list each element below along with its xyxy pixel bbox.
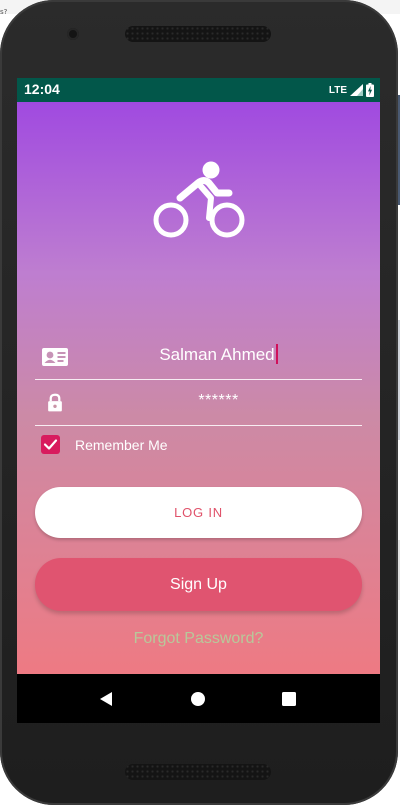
username-value: Salman Ahmed	[159, 345, 275, 364]
front-camera	[67, 28, 79, 40]
phone-screen: 12:04 LTE Salman Ahmed ****** Remember M…	[17, 78, 380, 723]
home-icon	[191, 691, 205, 706]
back-button[interactable]	[86, 674, 126, 723]
id-card-icon	[42, 348, 68, 366]
bicycle-icon	[153, 161, 245, 238]
phone-frame: 12:04 LTE Salman Ahmed ****** Remember M…	[0, 0, 398, 805]
recents-icon	[282, 691, 296, 706]
password-field[interactable]: ******	[35, 380, 362, 426]
network-type: LTE	[328, 84, 347, 96]
login-screen: Salman Ahmed ****** Remember Me LOG IN S…	[17, 102, 380, 674]
username-field[interactable]: Salman Ahmed	[35, 334, 362, 380]
top-speaker	[125, 26, 271, 42]
battery-icon	[366, 83, 374, 97]
lock-icon	[48, 393, 62, 412]
login-button[interactable]: LOG IN	[35, 487, 362, 538]
signup-button[interactable]: Sign Up	[35, 558, 362, 611]
status-bar: 12:04 LTE	[17, 78, 380, 102]
home-button[interactable]	[178, 674, 218, 723]
check-icon	[43, 439, 58, 450]
username-input[interactable]: Salman Ahmed	[75, 344, 362, 365]
text-cursor	[275, 344, 278, 364]
remember-me-checkbox[interactable]	[41, 435, 60, 454]
back-icon	[100, 691, 112, 706]
signal-icon	[350, 84, 363, 96]
status-icons: LTE	[329, 82, 374, 98]
desktop-text-fragment: s?	[0, 8, 8, 16]
recents-button[interactable]	[269, 674, 309, 723]
password-input[interactable]: ******	[75, 392, 362, 410]
bottom-speaker	[125, 764, 271, 780]
navigation-bar	[17, 674, 380, 723]
status-time: 12:04	[24, 81, 60, 97]
forgot-password-link[interactable]: Forgot Password?	[17, 630, 380, 648]
remember-me-label: Remember Me	[75, 437, 168, 453]
